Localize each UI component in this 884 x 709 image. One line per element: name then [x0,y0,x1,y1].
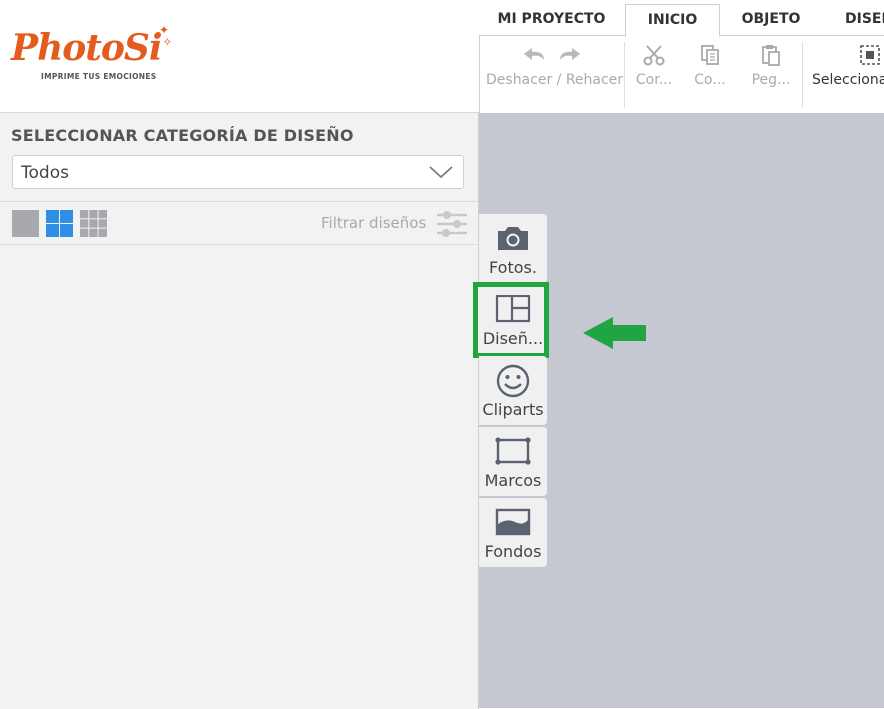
copy-button[interactable]: Co... [688,44,732,88]
paste-button[interactable]: Peg... [748,44,794,88]
ribbon-tabs: MI PROYECTO INICIO OBJETO DISEÑ [479,4,884,37]
select-button[interactable]: Selecciona [812,44,884,88]
logo-brand: PhotoSi [11,27,163,69]
tab-diseno[interactable]: DISEÑ [825,4,884,35]
single-grid-icon [12,210,39,237]
photosi-logo[interactable]: PhotoSi ✦ ✧ IMPRIME TUS EMOCIONES [11,24,181,88]
undo-redo-icon [524,48,580,60]
toolbar-divider [624,42,625,108]
four-grid-icon [46,210,73,237]
side-tool-marcos[interactable]: Marcos [479,427,547,496]
side-tool-fondos[interactable]: Fondos [479,498,547,567]
view-filter-row: Filtrar diseños [0,201,478,245]
tab-inicio[interactable]: INICIO [625,4,720,37]
scissors-icon [643,45,665,66]
logo-tagline: IMPRIME TUS EMOCIONES [41,72,157,81]
toolbar-divider [802,42,803,108]
category-select-value: Todos [21,163,69,183]
side-tool-fotos[interactable]: Fotos. [479,214,547,283]
grid-9-view-button[interactable] [80,210,107,237]
background-icon [495,508,531,536]
select-label: Selecciona [812,72,884,88]
undo-redo-label: Deshacer / Rehacer [486,72,624,88]
grid-1-view-button[interactable] [12,210,39,237]
side-tool-label: Cliparts [482,400,544,419]
undo-redo-button[interactable]: Deshacer / Rehacer [486,44,624,88]
logo-stars-icon: ✦ ✧ [159,23,173,49]
smiley-icon [496,364,530,398]
design-category-panel: SELECCIONAR CATEGORÍA DE DISEÑO Todos Fi… [0,112,479,709]
side-tool-label: Marcos [484,471,542,490]
paste-label: Peg... [751,72,791,88]
side-tool-label: Fondos [484,542,542,561]
side-tool-label: Fotos. [489,258,537,277]
ribbon-toolbar: Deshacer / Rehacer Cor... Co... Peg... S… [479,35,884,113]
tab-mi-proyecto[interactable]: MI PROYECTO [479,4,624,35]
tab-objeto[interactable]: OBJETO [723,4,819,35]
copy-label: Co... [694,72,726,88]
layout-icon [495,295,531,323]
paste-icon [762,45,780,66]
sliders-filter-icon[interactable] [436,210,468,238]
side-tool-disenos[interactable]: Diseñ... [479,285,547,354]
cut-label: Cor... [635,72,673,88]
side-tool-label: Diseñ... [482,329,544,348]
side-tool-cliparts[interactable]: Cliparts [479,356,547,425]
chevron-down-icon [429,166,453,179]
category-select[interactable]: Todos [12,155,464,189]
filter-designs-label[interactable]: Filtrar diseños [321,214,426,232]
camera-icon [498,227,528,250]
cut-button[interactable]: Cor... [632,44,676,88]
select-icon [860,45,880,65]
grid-4-view-button[interactable] [46,210,73,237]
frame-icon [495,437,531,465]
panel-title: SELECCIONAR CATEGORÍA DE DISEÑO [11,126,354,145]
green-arrow-left-icon [583,317,646,349]
nine-grid-icon [80,210,107,237]
copy-icon [701,45,719,65]
